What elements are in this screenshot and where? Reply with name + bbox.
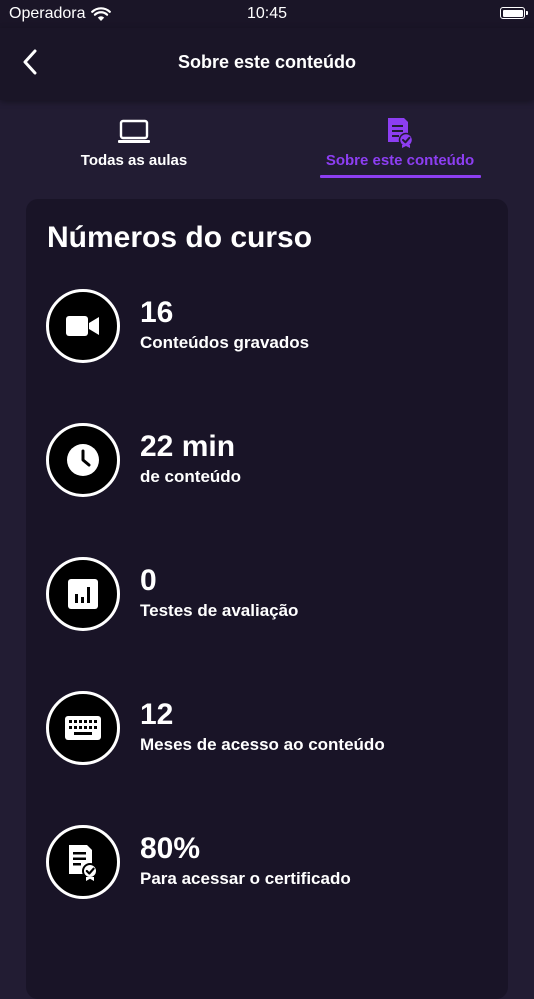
stat-value: 22 min	[140, 430, 236, 463]
tab-about-content[interactable]: Sobre este conteúdo	[310, 100, 490, 182]
status-bar: Operadora 10:45	[0, 0, 534, 28]
laptop-icon	[118, 119, 150, 143]
tab-label: Sobre este conteúdo	[325, 152, 475, 169]
stat-duration: 22 min de conteúdo	[46, 423, 486, 497]
stat-label: Para acessar o certificado	[140, 869, 351, 888]
stat-icon-circle	[46, 423, 120, 497]
stat-label: de conteúdo	[140, 467, 242, 486]
bar-chart-icon	[68, 579, 98, 609]
keyboard-icon	[65, 716, 101, 740]
stat-value: 0	[140, 564, 157, 597]
stat-label: Meses de acesso ao conteúdo	[140, 735, 385, 754]
stat-label: Conteúdos gravados	[140, 333, 310, 352]
course-numbers-card: Números do curso 16 Conteúdos gravados 2…	[26, 199, 508, 999]
card-title: Números do curso	[47, 221, 313, 254]
stat-access-months: 12 Meses de acesso ao conteúdo	[46, 691, 486, 765]
stat-icon-circle	[46, 825, 120, 899]
stat-label: Testes de avaliação	[140, 601, 299, 620]
stat-icon-circle	[46, 289, 120, 363]
certificate-doc-icon	[388, 118, 414, 148]
stat-icon-circle	[46, 557, 120, 631]
tab-label: Todas as aulas	[80, 152, 188, 169]
stat-recorded-contents: 16 Conteúdos gravados	[46, 289, 486, 363]
stat-icon-circle	[46, 691, 120, 765]
tab-all-lessons[interactable]: Todas as aulas	[64, 100, 204, 182]
clock-icon	[67, 444, 99, 476]
video-camera-icon	[66, 316, 99, 336]
active-tab-indicator	[320, 175, 481, 178]
navigation-bar: Sobre este conteúdo	[0, 28, 534, 100]
tab-bar: Todas as aulas Sobre este conteúdo	[0, 100, 534, 182]
stat-value: 12	[140, 698, 174, 731]
battery-icon	[500, 7, 528, 19]
stat-value: 16	[140, 296, 174, 329]
stat-certificate-requirement: 80% Para acessar o certificado	[46, 825, 486, 899]
certificate-icon	[69, 845, 98, 881]
status-time: 10:45	[246, 5, 288, 22]
stat-value: 80%	[140, 832, 201, 865]
battery-level	[502, 9, 523, 17]
stat-assessments: 0 Testes de avaliação	[46, 557, 486, 631]
page-title: Sobre este conteúdo	[177, 52, 357, 72]
